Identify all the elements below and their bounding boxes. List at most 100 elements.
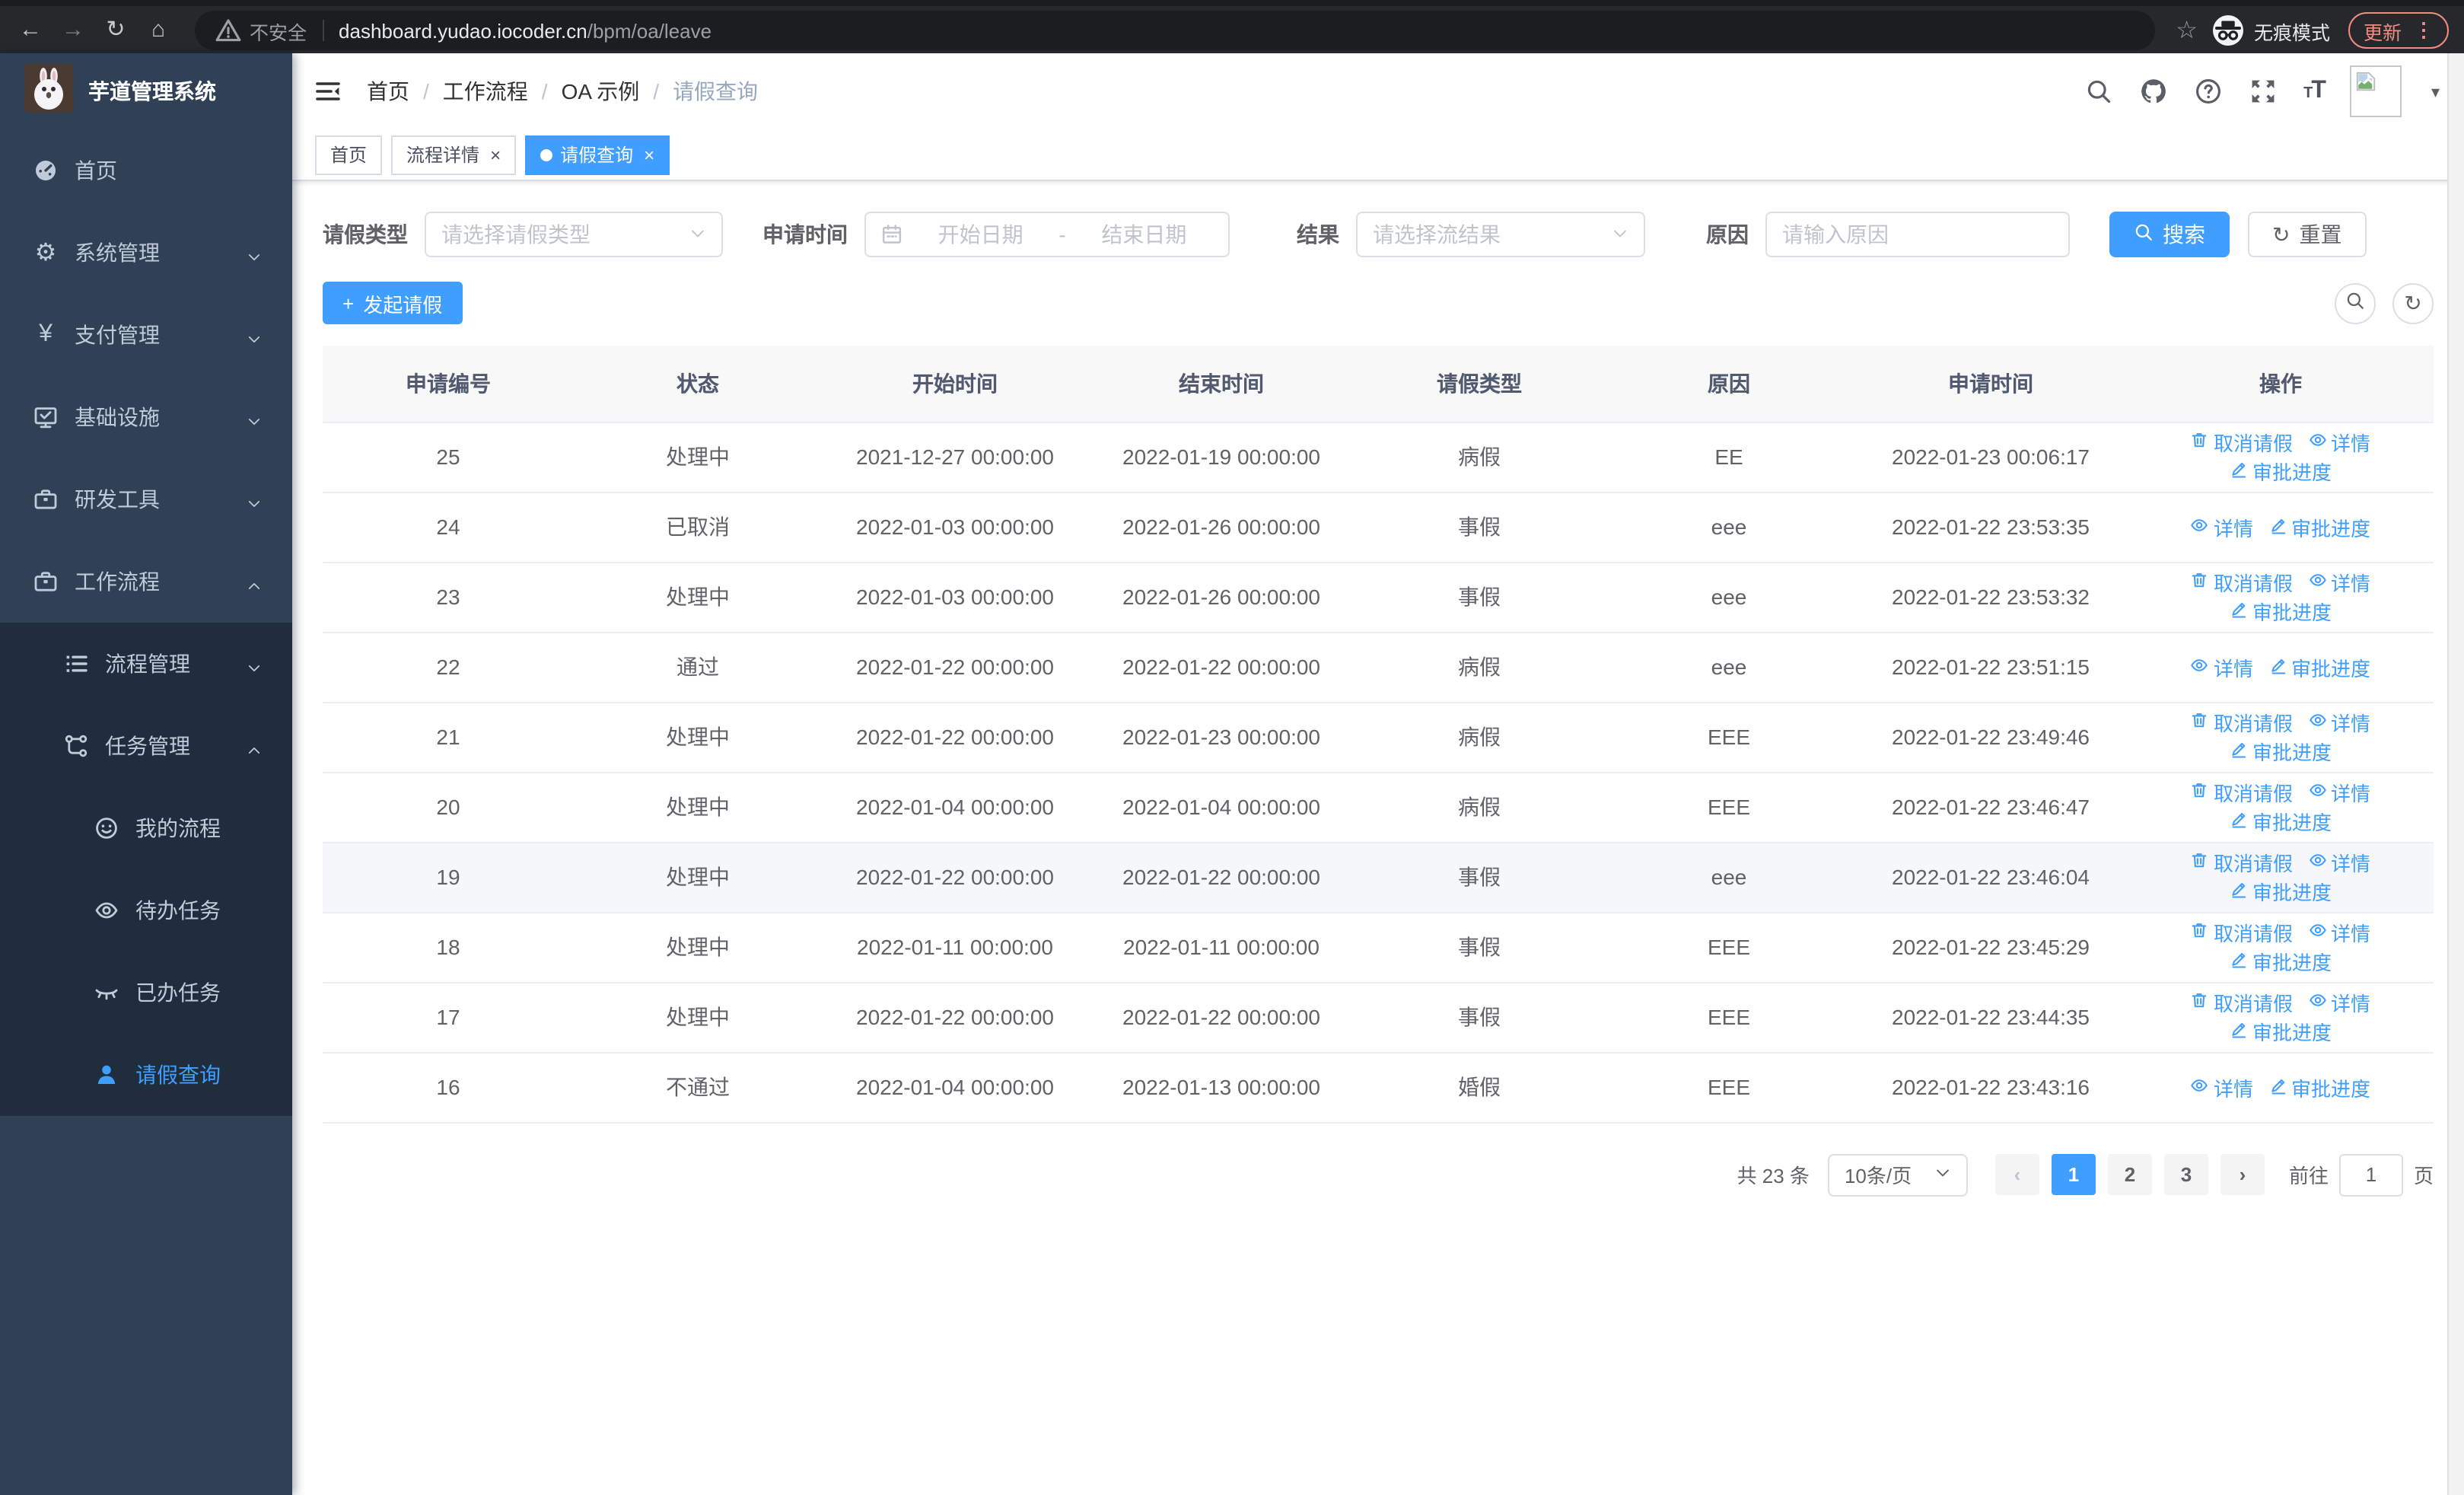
sidebar-item-基础设施[interactable]: 基础设施: [0, 376, 292, 458]
forward-icon[interactable]: →: [52, 9, 94, 52]
close-icon[interactable]: ×: [490, 144, 501, 165]
avatar[interactable]: [2350, 65, 2402, 117]
cell-type: 婚假: [1355, 1052, 1604, 1123]
sidebar-item-我的流程[interactable]: 我的流程: [0, 787, 292, 869]
tab-请假查询[interactable]: 请假查询 ×: [525, 135, 670, 174]
briefcase-icon: [30, 484, 61, 515]
cancel-leave-link[interactable]: 取消请假: [2191, 778, 2293, 807]
apply-time-label: 申请时间: [762, 222, 848, 247]
reload-icon[interactable]: ↻: [94, 9, 137, 52]
pen-icon: [2268, 515, 2287, 538]
help-icon[interactable]: [2194, 77, 2223, 106]
trash-icon: [2191, 711, 2209, 734]
cell-apply_time: 2022-01-22 23:53:35: [1854, 492, 2128, 563]
bookmark-star-icon[interactable]: ☆: [2176, 15, 2198, 46]
detail-link[interactable]: 详情: [2308, 988, 2370, 1017]
tab-首页[interactable]: 首页: [315, 135, 383, 174]
sidebar-toggle-icon[interactable]: [314, 79, 342, 104]
apply-time-range-picker[interactable]: 开始日期 - 结束日期: [864, 212, 1230, 257]
browser-menu-icon[interactable]: ⋮: [2414, 18, 2434, 43]
page-button-1[interactable]: 1: [2051, 1154, 2096, 1195]
leave-type-select[interactable]: 请选择请假类型: [425, 212, 723, 257]
close-icon[interactable]: ×: [644, 144, 654, 165]
sidebar-item-label: 基础设施: [75, 405, 160, 429]
cancel-leave-link[interactable]: 取消请假: [2191, 848, 2293, 877]
font-size-icon[interactable]: TT: [2303, 78, 2326, 105]
cancel-leave-link[interactable]: 取消请假: [2191, 918, 2293, 947]
table-row: 21 处理中 2022-01-22 00:00:00 2022-01-23 00:00…: [323, 702, 2434, 773]
approval-progress-link[interactable]: 审批进度: [2268, 1073, 2370, 1101]
trash-icon: [2191, 781, 2209, 804]
result-select[interactable]: 请选择流结果: [1356, 212, 1645, 257]
incognito-icon: [2212, 15, 2243, 46]
chevron-down-icon[interactable]: ▾: [2431, 81, 2440, 101]
detail-link[interactable]: 详情: [2308, 708, 2370, 737]
sidebar-item-流程管理[interactable]: 流程管理: [0, 623, 292, 705]
next-page-button[interactable]: ›: [2220, 1154, 2265, 1195]
approval-progress-link[interactable]: 审批进度: [2230, 457, 2332, 486]
back-icon[interactable]: ←: [9, 9, 52, 52]
home-icon[interactable]: ⌂: [137, 9, 180, 52]
page-size-select[interactable]: 10条/页: [1827, 1153, 1968, 1196]
create-leave-button[interactable]: + 发起请假: [323, 282, 463, 324]
sidebar-item-已办任务[interactable]: 已办任务: [0, 952, 292, 1034]
detail-link[interactable]: 详情: [2191, 512, 2253, 541]
update-button[interactable]: 更新 ⋮: [2348, 12, 2449, 49]
prev-page-button[interactable]: ‹: [1994, 1154, 2039, 1195]
sidebar-item-系统管理[interactable]: ⚙ 系统管理: [0, 212, 292, 294]
page-button-2[interactable]: 2: [2107, 1154, 2152, 1195]
cell-status: 处理中: [574, 422, 822, 492]
detail-link[interactable]: 详情: [2308, 778, 2370, 807]
trash-icon: [2191, 851, 2209, 874]
cell-start: 2022-01-03 00:00:00: [822, 562, 1088, 633]
search-icon[interactable]: [2084, 77, 2113, 106]
sidebar-item-请假查询[interactable]: 请假查询: [0, 1034, 292, 1116]
url-text: dashboard.yudao.iocoder.cn/bpm/oa/leave: [339, 19, 712, 42]
cancel-leave-link[interactable]: 取消请假: [2191, 568, 2293, 597]
approval-progress-link[interactable]: 审批进度: [2230, 947, 2332, 976]
sidebar-item-待办任务[interactable]: 待办任务: [0, 869, 292, 952]
approval-progress-link[interactable]: 审批进度: [2268, 512, 2370, 541]
approval-progress-link[interactable]: 审批进度: [2230, 877, 2332, 906]
page-button-3[interactable]: 3: [2163, 1154, 2208, 1195]
breadcrumb-item[interactable]: OA 示例: [562, 76, 640, 107]
toggle-search-button[interactable]: [2335, 282, 2376, 324]
approval-progress-link[interactable]: 审批进度: [2268, 652, 2370, 681]
cell-apply_time: 2022-01-22 23:45:29: [1854, 912, 2128, 983]
detail-link[interactable]: 详情: [2308, 848, 2370, 877]
sidebar-item-支付管理[interactable]: ¥ 支付管理: [0, 294, 292, 376]
scrollbar[interactable]: [2447, 53, 2464, 1495]
sidebar-item-研发工具[interactable]: 研发工具: [0, 458, 292, 540]
approval-progress-link[interactable]: 审批进度: [2230, 737, 2332, 766]
sidebar-item-首页[interactable]: 首页: [0, 129, 292, 212]
detail-link[interactable]: 详情: [2191, 652, 2253, 681]
goto-page-input[interactable]: [2338, 1153, 2403, 1196]
approval-progress-link[interactable]: 审批进度: [2230, 807, 2332, 836]
approval-progress-link[interactable]: 审批进度: [2230, 1017, 2332, 1046]
sidebar-item-工作流程[interactable]: 工作流程: [0, 540, 292, 623]
approval-progress-link[interactable]: 审批进度: [2230, 597, 2332, 626]
reset-button[interactable]: ↻ 重置: [2248, 212, 2367, 257]
github-icon[interactable]: [2139, 77, 2168, 106]
breadcrumb-item[interactable]: 工作流程: [443, 76, 528, 107]
detail-link[interactable]: 详情: [2308, 918, 2370, 947]
reason-input[interactable]: 请输入原因: [1765, 212, 2070, 257]
security-status[interactable]: 不安全: [213, 16, 307, 45]
detail-link[interactable]: 详情: [2308, 428, 2370, 457]
fullscreen-icon[interactable]: [2249, 77, 2278, 106]
sidebar-logo[interactable]: 芋道管理系统: [0, 53, 292, 129]
table-row: 22 通过 2022-01-22 00:00:00 2022-01-22 00:00:…: [323, 632, 2434, 703]
cancel-leave-link[interactable]: 取消请假: [2191, 988, 2293, 1017]
detail-link[interactable]: 详情: [2191, 1073, 2253, 1101]
breadcrumb-item[interactable]: 首页: [367, 76, 409, 107]
cancel-leave-link[interactable]: 取消请假: [2191, 428, 2293, 457]
cancel-leave-link[interactable]: 取消请假: [2191, 708, 2293, 737]
tab-流程详情[interactable]: 流程详情 ×: [391, 135, 517, 174]
search-button[interactable]: 搜索: [2109, 212, 2230, 257]
refresh-table-button[interactable]: ↻: [2392, 282, 2434, 324]
table-row: 19 处理中 2022-01-22 00:00:00 2022-01-22 00:00…: [323, 842, 2434, 913]
page-unit-label: 页: [2413, 1165, 2434, 1187]
detail-link[interactable]: 详情: [2308, 568, 2370, 597]
address-bar[interactable]: 不安全 dashboard.yudao.iocoder.cn/bpm/oa/le…: [195, 11, 2155, 50]
sidebar-item-任务管理[interactable]: 任务管理: [0, 705, 292, 787]
